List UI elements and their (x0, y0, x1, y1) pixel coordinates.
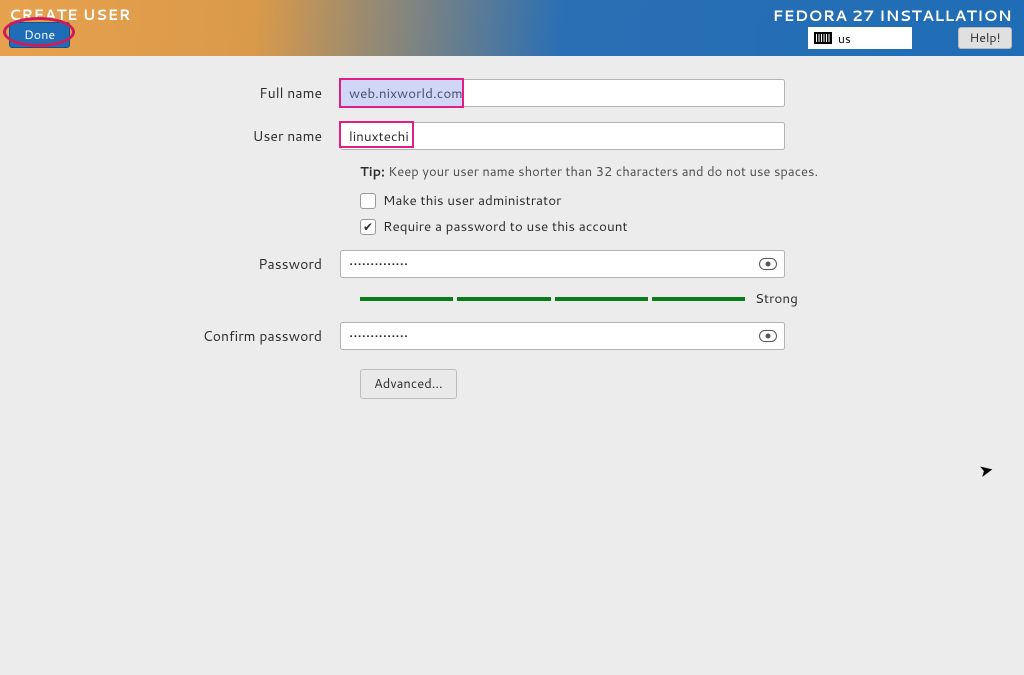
password-input[interactable] (340, 250, 785, 278)
tip-prefix: Tip: (360, 163, 385, 181)
header-bar: CREATE USER Done FEDORA 27 INSTALLATION … (0, 0, 1024, 56)
keyboard-layout-label: us (838, 30, 851, 47)
username-tip: Tip: Keep your user name shorter than 32… (360, 163, 1024, 181)
advanced-button[interactable]: Advanced... (360, 369, 457, 399)
confirm-password-input[interactable] (340, 322, 785, 350)
eye-icon[interactable] (759, 330, 777, 342)
make-admin-checkbox[interactable] (360, 193, 376, 209)
user-name-label: User name (0, 126, 340, 146)
require-password-label: Require a password to use this account (383, 217, 628, 236)
password-strength-meter (360, 297, 745, 301)
password-strength-label: Strong (755, 289, 798, 308)
keyboard-layout-selector[interactable]: us (808, 27, 912, 49)
installer-title: FEDORA 27 INSTALLATION (773, 4, 1012, 26)
help-button[interactable]: Help! (958, 27, 1012, 49)
full-name-label: Full name (0, 83, 340, 103)
tip-text: Keep your user name shorter than 32 char… (385, 163, 818, 181)
user-name-input[interactable] (340, 122, 785, 150)
create-user-form: Full name User name Tip: Keep your user … (0, 79, 1024, 399)
full-name-input[interactable] (340, 79, 785, 107)
make-admin-label: Make this user administrator (383, 191, 561, 210)
done-button[interactable]: Done (9, 22, 70, 48)
keyboard-icon (814, 32, 832, 44)
require-password-checkbox[interactable] (360, 219, 376, 235)
cursor-icon: ➤ (977, 457, 996, 483)
done-button-wrap: Done (9, 22, 70, 48)
eye-icon[interactable] (759, 258, 777, 270)
confirm-password-label: Confirm password (0, 326, 340, 346)
password-label: Password (0, 254, 340, 274)
